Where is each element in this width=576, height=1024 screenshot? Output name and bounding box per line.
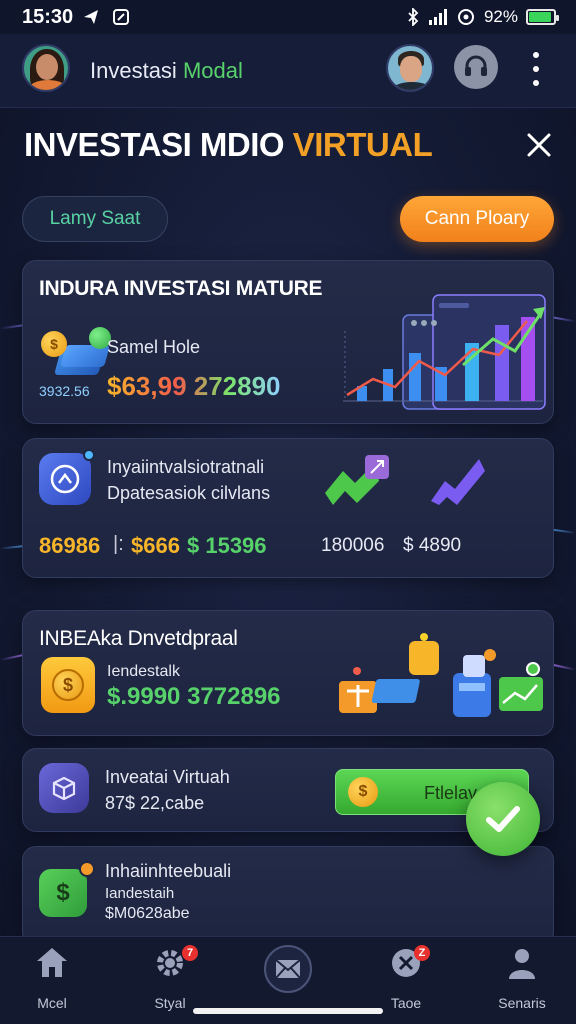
summary-card[interactable]: $ Inhaiinhteebuali Iandestaih $M0628abe — [22, 846, 554, 946]
nav-item-home[interactable]: Mcel — [12, 945, 92, 1011]
market-card[interactable]: INDURA INVESTASI MATURE $ Samel Hole 393… — [22, 260, 554, 424]
home-icon — [37, 948, 67, 977]
summary-card-value: $M0628abe — [105, 905, 190, 922]
portfolio-stat-left-2: $666 — [131, 533, 180, 558]
cta-button[interactable]: Cann Ploary — [400, 196, 554, 242]
market-card-label: Samel Hole — [107, 337, 201, 357]
portfolio-stat-left-3: $ 15396 — [187, 533, 267, 558]
more-options-icon[interactable] — [526, 52, 546, 86]
nav-badge-settings: 7 — [182, 945, 198, 961]
market-card-heading: INDURA INVESTASI MATURE — [39, 277, 323, 300]
confirm-fab[interactable] — [466, 782, 540, 856]
deposit-card-heading: INBEAka Dnvetdpraal — [39, 627, 238, 650]
deposit-card-label: Iendestalk — [107, 663, 180, 680]
status-time: 15:30 — [22, 6, 74, 28]
deposit-card[interactable]: INBEAka Dnvetdpraal $ Iendestalk $.9990 … — [22, 610, 554, 736]
bluetooth-icon — [408, 8, 419, 26]
market-card-value: $63,99 272890 — [107, 371, 281, 401]
nav-item-settings[interactable]: 7 Styal — [130, 945, 210, 1011]
virtual-card-sub: 87$ 22,cabe — [105, 793, 205, 813]
close-icon — [527, 133, 551, 157]
portfolio-stat-left-1: 86986 — [39, 533, 101, 558]
page-title-part1: INVESTASI MDIO — [24, 126, 285, 163]
advisor-avatar[interactable] — [386, 44, 434, 92]
nav-label-profile: Senaris — [498, 995, 546, 1011]
checkmark-icon — [486, 806, 520, 832]
nav-badge-tags: Z — [414, 945, 430, 961]
coin-wallet-icon: $ — [41, 657, 95, 713]
green-arrow-icon — [325, 455, 389, 505]
portfolio-stat-right-1: 180006 — [321, 535, 385, 556]
app-header: Investasi Modal — [0, 34, 576, 108]
close-button[interactable] — [520, 126, 558, 164]
portfolio-stat-right-2: $ 4890 — [403, 535, 462, 556]
virtual-card-button-label: Ftlelav — [424, 783, 478, 803]
box-icon — [39, 763, 89, 813]
portfolio-title: Inyaiintvalsiotratnali — [107, 457, 265, 477]
home-indicator[interactable] — [193, 1008, 383, 1014]
nav-item-tags[interactable]: Z Taoe — [366, 945, 446, 1011]
portfolio-card[interactable]: Inyaiintvalsiotratnali Dpatesasiok cilvl… — [22, 438, 554, 578]
market-card-small-value: 3932.56 — [39, 383, 90, 399]
nav-label-home: Mcel — [37, 995, 67, 1011]
battery-text: 92% — [483, 7, 518, 26]
market-growth-chart — [343, 294, 546, 410]
status-bar: 15:30 92% — [0, 0, 576, 34]
portfolio-stat-separator: |: — [113, 533, 124, 555]
person-icon — [509, 949, 535, 979]
mail-icon — [275, 959, 301, 979]
navigation-arrow-icon — [84, 10, 98, 24]
page-title-part2: VIRTUAL — [292, 126, 433, 163]
cta-button-label: Cann Ploary — [424, 208, 530, 229]
virtual-card-title: Inveatai Virtuah — [105, 767, 230, 787]
header-title-part1: Investasi — [90, 58, 177, 83]
signal-icon — [428, 9, 447, 25]
portfolio-app-icon — [39, 453, 91, 505]
header-title: Investasi Modal — [90, 58, 243, 84]
summary-card-title: Inhaiinhteebuali — [105, 861, 232, 881]
purple-trend-icon — [431, 459, 485, 505]
deposit-card-value: $.9990 3772896 — [107, 683, 281, 710]
battery-icon — [526, 9, 559, 25]
exchange-icon — [50, 464, 80, 494]
mail-button — [264, 945, 312, 993]
status-right: 92% — [406, 7, 559, 27]
balance-pill-label: Lamy Saat — [49, 208, 141, 229]
balance-pill[interactable]: Lamy Saat — [22, 196, 168, 242]
user-avatar[interactable] — [22, 44, 70, 92]
notification-app-icon — [113, 9, 129, 25]
coin-icon: $ — [348, 777, 378, 807]
finance-tools-icon — [339, 633, 543, 717]
nav-item-messages[interactable] — [248, 945, 328, 993]
portfolio-subtitle: Dpatesasiok cilvlans — [107, 483, 271, 503]
status-left-icons — [82, 8, 130, 26]
dollar-badge-icon: $ — [39, 869, 87, 917]
page-title: INVESTASI MDIO VIRTUAL — [24, 126, 433, 164]
battery-fill — [529, 12, 552, 22]
support-button[interactable] — [454, 45, 498, 89]
headset-icon — [465, 55, 487, 76]
header-title-part2: Modal — [182, 58, 243, 83]
nav-item-profile[interactable]: Senaris — [482, 945, 562, 1011]
wifi-icon — [457, 9, 474, 25]
summary-card-label: Iandestaih — [105, 885, 175, 902]
